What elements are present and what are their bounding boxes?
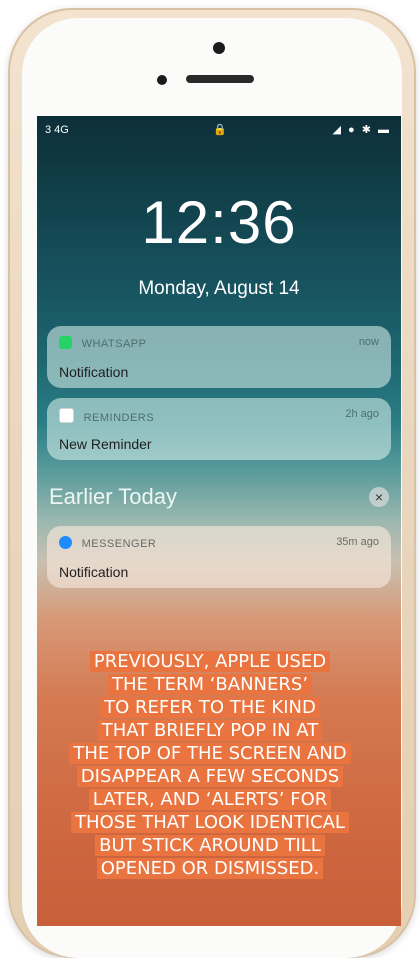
earpiece-speaker bbox=[186, 75, 254, 83]
sensor-icon bbox=[157, 75, 167, 85]
notification-text: New Reminder bbox=[59, 436, 152, 452]
lock-date: Monday, August 14 bbox=[138, 278, 300, 299]
caption-line: TO REFER TO THE KIND bbox=[100, 697, 320, 718]
notification-text: Notification bbox=[59, 364, 129, 380]
notification-time: 2h ago bbox=[345, 408, 379, 420]
caption-line: DISAPPEAR A FEW SECONDS bbox=[76, 766, 344, 787]
notification-header: MESSENGER bbox=[59, 536, 156, 550]
caption-line: BUT STICK AROUND TILL bbox=[95, 835, 325, 856]
lock-time: 12:36 bbox=[141, 189, 297, 256]
caption-line: LATER, AND ‘ALERTS’ FOR bbox=[88, 789, 332, 810]
caption-line: THOSE THAT LOOK IDENTICAL bbox=[71, 812, 349, 833]
caption-line: THE TOP OF THE SCREEN AND bbox=[69, 743, 351, 764]
lock-icon: 🔒 bbox=[213, 124, 227, 136]
status-bar: 3 4G 🔒 ◢ ● ✱ ▬ bbox=[37, 116, 401, 146]
reminders-icon bbox=[59, 408, 74, 423]
whatsapp-icon bbox=[59, 336, 72, 349]
app-name: REMINDERS bbox=[83, 412, 155, 424]
front-camera-icon bbox=[213, 42, 225, 54]
notification-reminders[interactable]: REMINDERS 2h ago New Reminder bbox=[47, 398, 391, 460]
caption-line: OPENED OR DISMISSED. bbox=[96, 858, 324, 879]
clear-button[interactable]: × bbox=[369, 487, 389, 507]
caption-line: PREVIOUSLY, APPLE USED bbox=[89, 651, 331, 672]
messenger-icon bbox=[59, 536, 72, 549]
caption-overlay: PREVIOUSLY, APPLE USED THE TERM ‘BANNERS… bbox=[0, 650, 420, 880]
caption-line: THE TERM ‘BANNERS’ bbox=[107, 674, 313, 695]
caption-line: THAT BRIEFLY POP IN AT bbox=[97, 720, 323, 741]
notification-text: Notification bbox=[59, 564, 129, 580]
status-right-icons: ◢ ● ✱ ▬ bbox=[332, 124, 391, 136]
notification-messenger[interactable]: MESSENGER 35m ago Notification bbox=[47, 526, 391, 588]
app-name: MESSENGER bbox=[81, 538, 157, 550]
app-name: WHATSAPP bbox=[81, 338, 147, 350]
notification-header: REMINDERS bbox=[59, 408, 154, 424]
signal-indicator: 3 4G bbox=[45, 124, 69, 136]
notification-time: now bbox=[358, 336, 379, 348]
notification-whatsapp[interactable]: WHATSAPP now Notification bbox=[47, 326, 391, 388]
notification-time: 35m ago bbox=[336, 536, 379, 548]
earlier-today-heading: Earlier Today bbox=[49, 484, 177, 509]
notification-header: WHATSAPP bbox=[59, 336, 146, 350]
